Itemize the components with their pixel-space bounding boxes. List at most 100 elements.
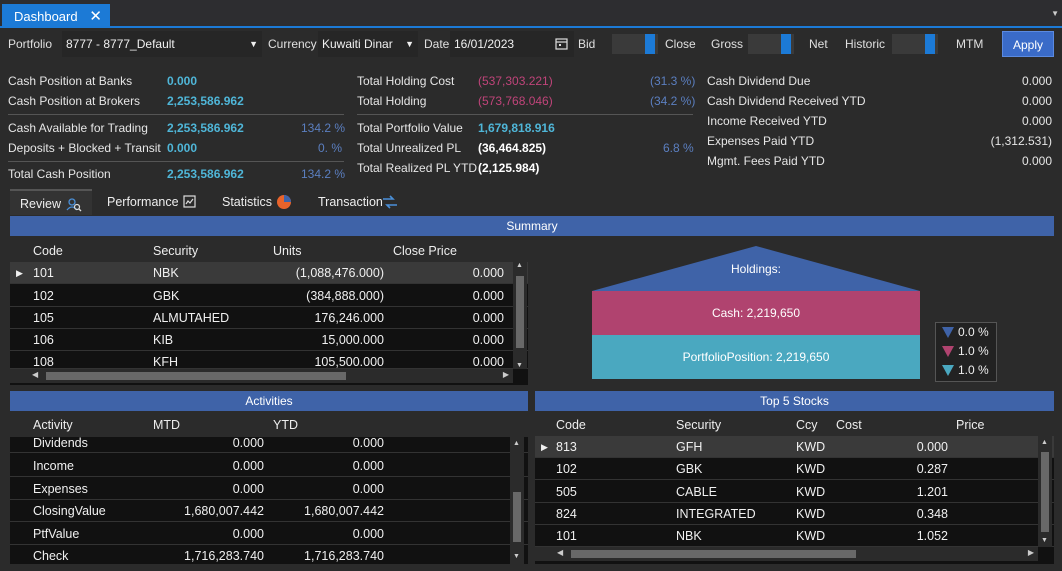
cell: 813 <box>556 440 577 454</box>
top5-header: Top 5 Stocks <box>535 391 1054 411</box>
cell: 101 <box>556 529 577 543</box>
funnel-icon <box>942 346 954 357</box>
tab-performance[interactable]: Performance <box>107 189 207 215</box>
cell: 176,246.000 <box>314 311 384 325</box>
top5-vscrollbar[interactable]: ▲ ▼ <box>1038 436 1052 547</box>
summary-header: Summary <box>10 216 1054 236</box>
cell: ALMUTAHED <box>153 311 230 325</box>
unrealized-pct: 6.8 % <box>663 141 694 155</box>
column-header[interactable]: Units <box>273 240 301 263</box>
table-row[interactable]: 824 INTEGRATED KWD 0.348 <box>535 503 1054 525</box>
cell: NBK <box>153 266 179 280</box>
cell: KFH <box>153 355 178 369</box>
funnel-segment-label: PortfolioPosition: 2,219,650 <box>683 350 830 364</box>
summary-hscrollbar[interactable]: ◀ ▶ <box>10 369 513 383</box>
top5-hscrollbar[interactable]: ◀ ▶ <box>535 547 1038 561</box>
legend-item: 1.0 % <box>936 361 996 380</box>
cell: GBK <box>153 289 180 303</box>
tab-review[interactable]: Review <box>10 189 92 215</box>
apply-button[interactable]: Apply <box>1002 31 1054 57</box>
cell: KWD <box>796 529 826 543</box>
tab-statistics[interactable]: Statistics <box>222 189 312 215</box>
portfolio-select[interactable]: 8777 - 8777_Default ▼ <box>62 31 262 57</box>
table-row[interactable]: Dividends 0.000 0.000 <box>10 433 528 453</box>
cell: 105,500.000 <box>314 355 384 369</box>
mtm-label: MTM <box>956 37 984 51</box>
cell: 0.000 <box>472 333 504 347</box>
tab-performance-label: Performance <box>107 195 179 209</box>
close-icon[interactable]: ✕ <box>89 7 102 25</box>
cell: (384,888.000) <box>306 289 384 303</box>
historic-mtm-toggle[interactable] <box>892 34 938 54</box>
table-row[interactable]: 101 NBK KWD 1.052 <box>535 525 1054 547</box>
row-indicator-icon: ▶ <box>541 442 548 452</box>
date-label: Date <box>424 37 450 51</box>
portfolio-label: Portfolio <box>8 37 53 51</box>
calendar-icon[interactable] <box>555 37 568 50</box>
table-row[interactable]: 102 GBK (384,888.000) 0.000 <box>10 285 528 307</box>
cell: 0.000 <box>916 440 948 454</box>
unrealized-label: Total Unrealized PL <box>357 141 462 155</box>
holding-cost-pct: (31.3 %) <box>650 74 696 88</box>
table-row[interactable]: 505 CABLE KWD 1.201 <box>535 481 1054 503</box>
table-row[interactable]: 108 KFH 105,500.000 0.000 <box>10 351 528 369</box>
table-row[interactable]: ▶ 101 NBK (1,088,476.000) 0.000 <box>10 262 528 284</box>
cell: 0.000 <box>352 459 384 473</box>
tab-overflow-icon[interactable]: ▼ <box>1051 9 1059 18</box>
chevron-down-icon: ▼ <box>249 39 258 49</box>
activities-vscrollbar[interactable]: ▲ ▼ <box>510 436 524 564</box>
table-row[interactable]: 106 KIB 15,000.000 0.000 <box>10 329 528 351</box>
column-header[interactable]: Security <box>153 240 198 263</box>
bid-label: Bid <box>578 37 596 51</box>
currency-select[interactable]: Kuwaiti Dinar ▼ <box>318 31 418 57</box>
column-header[interactable]: Price <box>956 414 984 437</box>
top5-grid: Code Security Ccy Cost Price ▶ 813 GFH K… <box>535 414 1054 564</box>
cell: 102 <box>556 462 577 476</box>
cell: Expenses <box>33 482 88 496</box>
currency-label: Currency <box>268 37 317 51</box>
total-cash-pct: 134.2 % <box>301 167 346 181</box>
activities-header: Activities <box>10 391 528 411</box>
gross-net-toggle[interactable] <box>748 34 794 54</box>
column-header[interactable]: Code <box>33 240 63 263</box>
deposits-pct: 0. % <box>318 141 343 155</box>
cell: KWD <box>796 507 826 521</box>
date-value: 16/01/2023 <box>454 37 515 51</box>
cell: 0.000 <box>352 436 384 450</box>
legend-label: 0.0 % <box>958 325 989 339</box>
unrealized-value: (36,464.825) <box>478 141 547 155</box>
top5-grid-header: Code Security Ccy Cost Price <box>535 414 1054 437</box>
table-row[interactable]: ClosingValue 1,680,007.442 1,680,007.442 <box>10 500 528 522</box>
table-row[interactable]: Income 0.000 0.000 <box>10 455 528 477</box>
tab-dashboard[interactable]: Dashboard ✕ <box>2 4 110 28</box>
bid-close-toggle[interactable] <box>612 34 658 54</box>
holding-value: (573,768.046) <box>478 94 553 108</box>
date-input[interactable]: 16/01/2023 <box>450 31 574 57</box>
tab-transaction[interactable]: Transaction <box>318 189 418 215</box>
chart-legend: 0.0 % 1.0 % 1.0 % <box>935 322 997 382</box>
column-header[interactable]: Cost <box>836 414 862 437</box>
fees-value: 0.000 <box>1021 154 1052 168</box>
cell: Income <box>33 459 74 473</box>
column-header[interactable]: Security <box>676 414 721 437</box>
table-row[interactable]: 105 ALMUTAHED 176,246.000 0.000 <box>10 307 528 329</box>
table-row[interactable]: ▶ 813 GFH KWD 0.000 <box>535 436 1054 458</box>
pie-chart-icon <box>277 195 291 209</box>
table-row[interactable]: 102 GBK KWD 0.287 <box>535 458 1054 480</box>
portfolio-value: 8777 - 8777_Default <box>66 37 175 51</box>
summary-vscrollbar[interactable]: ▲ ▼ <box>513 262 527 369</box>
legend-label: 1.0 % <box>958 344 989 358</box>
column-header[interactable]: Close Price <box>393 240 457 263</box>
portfolio-stats: Cash Position at Banks 0.000 Cash Positi… <box>0 60 1062 185</box>
table-row[interactable]: Check 1,716,283.740 1,716,283.740 <box>10 545 528 564</box>
column-header[interactable]: Ccy <box>796 414 818 437</box>
dividend-received-value: 0.000 <box>1021 94 1052 108</box>
cash-banks-label: Cash Position at Banks <box>8 74 133 88</box>
cell: 0.000 <box>472 289 504 303</box>
holding-label: Total Holding <box>357 94 427 108</box>
table-row[interactable]: Expenses 0.000 0.000 <box>10 478 528 500</box>
tab-statistics-label: Statistics <box>222 195 273 209</box>
table-row[interactable]: PtfValue 0.000 0.000 <box>10 523 528 545</box>
column-header[interactable]: Code <box>556 414 586 437</box>
cell: (1,088,476.000) <box>295 266 384 280</box>
